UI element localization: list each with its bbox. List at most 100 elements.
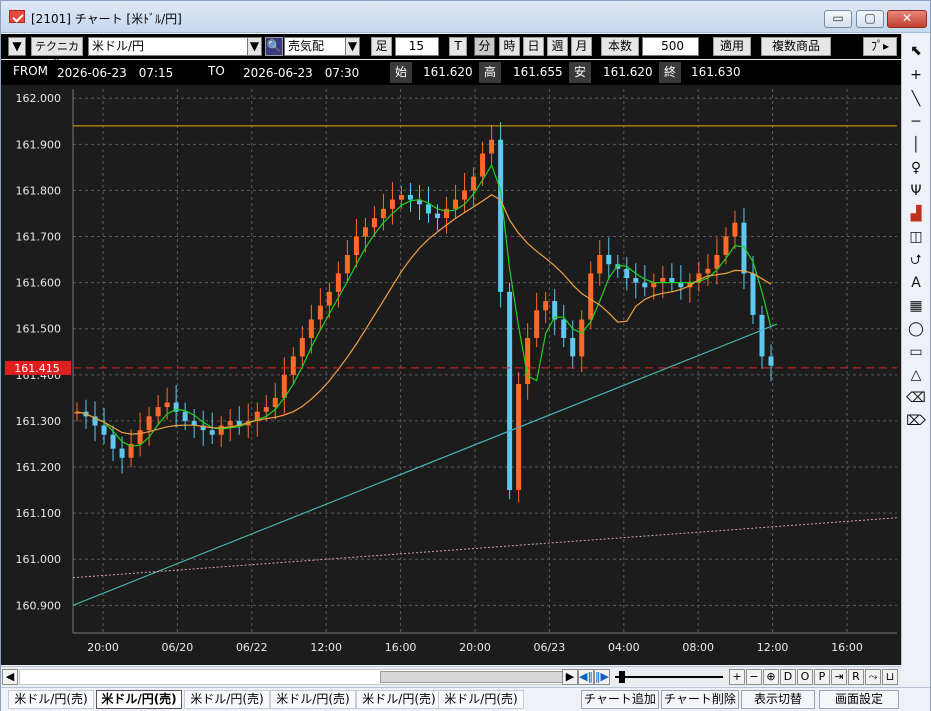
add-chart-button[interactable]: チャート追加: [581, 690, 659, 709]
triangle-tool-icon[interactable]: △: [905, 364, 927, 386]
ellipse-tool-icon[interactable]: ◯: [905, 318, 927, 340]
delete-chart-button[interactable]: チャート削除: [661, 690, 739, 709]
layout-icon[interactable]: ⊔: [882, 669, 898, 685]
candle-body: [534, 310, 540, 338]
candle-body: [498, 139, 504, 292]
zoom-out-button[interactable]: −: [746, 669, 762, 685]
vline-tool-icon[interactable]: │: [905, 134, 927, 156]
timeframe-minute[interactable]: 分: [474, 37, 495, 56]
minimize-button[interactable]: ▭: [824, 10, 852, 28]
candle-body: [561, 319, 567, 338]
jump-end-button[interactable]: ‖▶: [594, 669, 610, 685]
candle-body: [371, 218, 377, 228]
marker-tool-icon[interactable]: ♀: [905, 157, 927, 179]
y-tick-label: 161.300: [16, 415, 62, 428]
timeframe-month[interactable]: 月: [571, 37, 592, 56]
chart-scrollbar[interactable]: [19, 669, 571, 685]
title-bar[interactable]: [2101] チャート [米ﾄﾞﾙ/円] ▭ ▢ ✕: [1, 1, 930, 33]
count-input[interactable]: 500: [642, 37, 699, 56]
drawing-tool-palette: ⬉ + ╲ ─ │ ♀ Ψ ▟ ◫ ⮍ A ▦ ◯ ▭ △ ⌫ ⌦: [901, 34, 930, 665]
open-label: 始: [390, 62, 412, 83]
rectangle-tool-icon[interactable]: ▭: [905, 341, 927, 363]
candle-body: [209, 430, 215, 435]
chart-tab[interactable]: 米ドル/円(売): [438, 690, 524, 709]
ma-xlong-line: [72, 517, 898, 579]
cursor-tool-icon[interactable]: ⬉: [905, 40, 927, 62]
ma-mid-line: [76, 193, 772, 435]
candle-body: [101, 425, 107, 435]
to-label: TO: [208, 64, 225, 78]
instrument-dropdown-icon[interactable]: ▼: [247, 37, 262, 56]
d-button[interactable]: D: [780, 669, 796, 685]
timeframe-hour[interactable]: 時: [499, 37, 520, 56]
ma-long-line: [72, 323, 778, 606]
candle-body: [426, 204, 432, 214]
candle-body: [182, 411, 188, 421]
trendline-tool-icon[interactable]: ╲: [905, 88, 927, 110]
crosshair-tool-icon[interactable]: +: [905, 64, 927, 86]
zoom-in-button[interactable]: +: [729, 669, 745, 685]
hline-tool-icon[interactable]: ─: [905, 111, 927, 133]
multi-product-button[interactable]: 複数商品: [761, 37, 831, 56]
apply-button[interactable]: 適用: [713, 37, 751, 56]
instrument-select[interactable]: 米ドル/円: [88, 37, 248, 56]
zoom-slider-knob[interactable]: [619, 671, 625, 683]
zoom-slider[interactable]: [615, 676, 723, 678]
y-tick-label: 160.900: [16, 599, 62, 612]
chart-tab[interactable]: 米ドル/円(売): [356, 690, 442, 709]
maximize-button[interactable]: ▢: [856, 10, 884, 28]
chart-tab[interactable]: 米ドル/円(売): [8, 690, 94, 709]
candle-body: [768, 356, 774, 366]
timeframe-tick[interactable]: T: [449, 37, 467, 56]
o-button[interactable]: O: [797, 669, 813, 685]
timeframe-day[interactable]: 日: [523, 37, 544, 56]
candle-body: [570, 337, 576, 357]
menu-dropdown[interactable]: ▼: [8, 37, 26, 56]
search-icon[interactable]: 🔍: [265, 37, 283, 56]
grid-tool-icon[interactable]: ▦: [905, 295, 927, 317]
candle-body: [741, 222, 747, 274]
candle-body: [362, 227, 368, 237]
close-button[interactable]: ✕: [887, 10, 927, 28]
bar-count-input[interactable]: 15: [395, 37, 439, 56]
candle-body: [227, 420, 233, 426]
side-dropdown-icon[interactable]: ▼: [345, 37, 360, 56]
side-select[interactable]: 売気配: [284, 37, 346, 56]
low-label: 安: [569, 62, 591, 83]
chart-type-icon[interactable]: ⤳: [865, 669, 881, 685]
chart-tab[interactable]: 米ドル/円(売): [184, 690, 270, 709]
fork-tool-icon[interactable]: Ψ: [905, 180, 927, 202]
r-button[interactable]: R: [848, 669, 864, 685]
erase-all-tool-icon[interactable]: ⌦: [905, 410, 927, 432]
candle-body: [651, 282, 657, 288]
toggle-display-button[interactable]: 表示切替: [741, 690, 815, 709]
x-tick-label: 12:00: [757, 641, 789, 654]
jump-start-button[interactable]: ◀‖: [578, 669, 594, 685]
channel-tool-icon[interactable]: ◫: [905, 226, 927, 248]
candle-body: [398, 195, 404, 200]
chart-canvas[interactable]: 162.000 161.900 161.800 161.700 161.600 161.5…: [1, 85, 901, 665]
x-tick-label: 06/20: [162, 641, 194, 654]
p-button[interactable]: P: [814, 669, 830, 685]
chart-tab[interactable]: 米ドル/円(売): [270, 690, 356, 709]
candle-body: [353, 236, 359, 255]
scroll-left-button[interactable]: ◀: [2, 669, 18, 685]
timeframe-week[interactable]: 週: [547, 37, 568, 56]
eraser-tool-icon[interactable]: ⌫: [905, 387, 927, 409]
cycle-tool-icon[interactable]: ⮍: [905, 249, 927, 271]
text-tool-icon[interactable]: A: [905, 272, 927, 294]
screen-settings-button[interactable]: 画面設定: [819, 690, 899, 709]
technical-button[interactable]: テクニカル: [31, 37, 83, 70]
magnifier-icon[interactable]: ⊕: [763, 669, 779, 685]
scrollbar-thumb[interactable]: [380, 671, 570, 683]
price-chart[interactable]: 162.000 161.900 161.800 161.700 161.600 161.5…: [1, 85, 901, 665]
fibonacci-tool-icon[interactable]: ▟: [905, 203, 927, 225]
y-tick-label: 161.000: [16, 553, 62, 566]
scroll-right-button[interactable]: ▶: [562, 669, 578, 685]
chart-tab-active[interactable]: 米ドル/円(売): [96, 690, 182, 709]
to-latest-button[interactable]: ⇥: [831, 669, 847, 685]
candle-body: [750, 273, 756, 315]
ohlc-info-bar: FROM 2026-06-23 07:15 TO 2026-06-23 07:3…: [1, 60, 901, 85]
more-button[interactable]: ﾌﾟ▸: [863, 37, 897, 56]
high-label: 高: [479, 62, 501, 83]
